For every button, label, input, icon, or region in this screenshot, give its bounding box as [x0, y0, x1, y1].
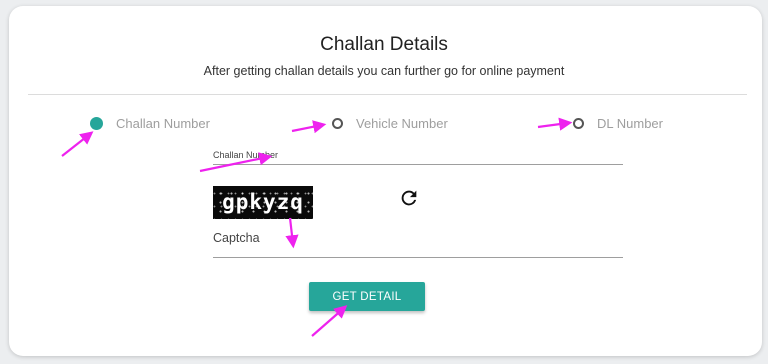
captcha-input[interactable] — [213, 252, 623, 258]
get-detail-button[interactable]: GET DETAIL — [309, 282, 425, 311]
captcha-text: gpkyzq — [222, 190, 304, 214]
radio-vehicle-number[interactable] — [332, 117, 343, 129]
radio-option-challan-number[interactable]: Challan Number — [90, 114, 210, 132]
page-title: Challan Details — [320, 34, 448, 55]
radio-challan-number[interactable] — [90, 116, 103, 130]
divider — [28, 94, 747, 95]
radio-option-vehicle-number[interactable]: Vehicle Number — [332, 114, 448, 132]
radio-label-vehicle-number: Vehicle Number — [356, 115, 448, 131]
challan-number-input[interactable] — [213, 158, 623, 165]
page-subtitle: After getting challan details you can fu… — [203, 64, 565, 78]
radio-label-dl-number: DL Number — [597, 115, 663, 131]
captcha-image: gpkyzq — [213, 186, 313, 219]
radio-label-challan-number: Challan Number — [116, 115, 210, 131]
radio-option-dl-number[interactable]: DL Number — [573, 114, 663, 132]
radio-dl-number[interactable] — [573, 117, 584, 129]
captcha-label: Captcha — [213, 231, 260, 245]
refresh-icon[interactable] — [398, 187, 420, 209]
